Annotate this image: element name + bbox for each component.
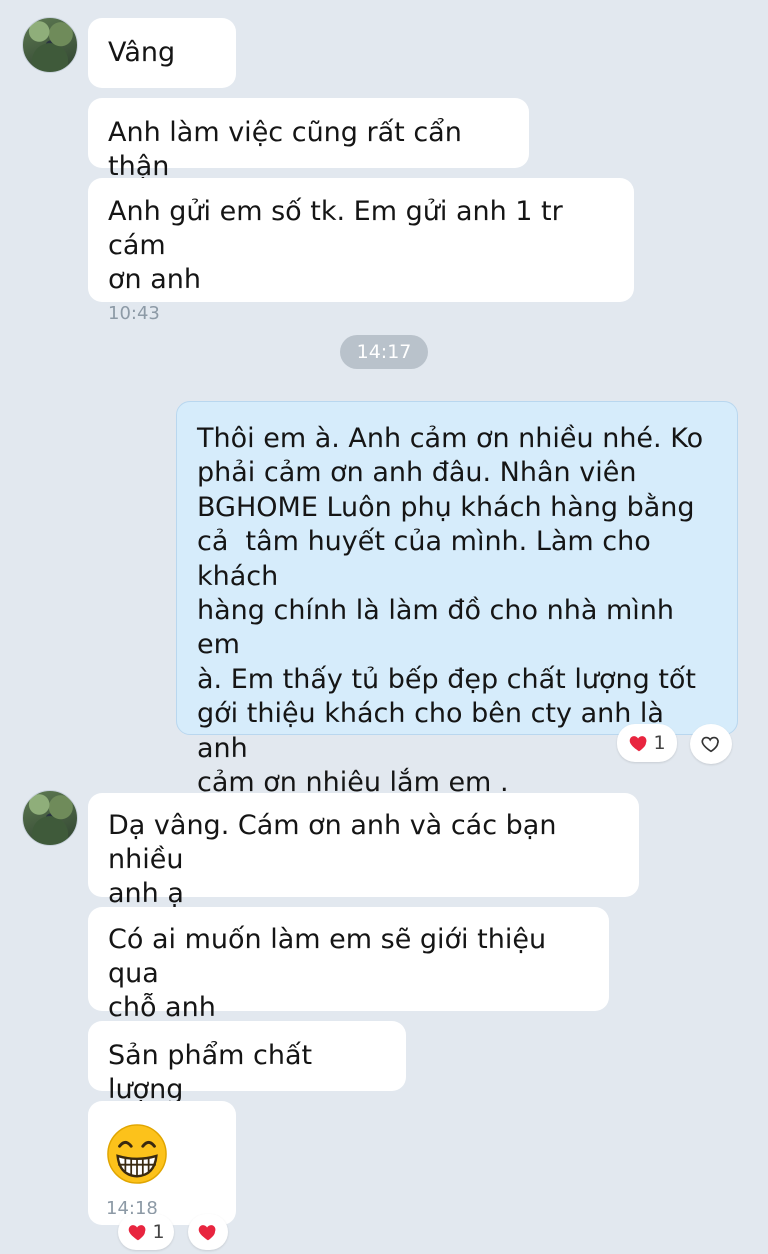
message-bubble-incoming[interactable]: Có ai muốn làm em sẽ giới thiệu qua chỗ … xyxy=(88,907,609,1023)
contact-avatar[interactable] xyxy=(22,790,78,846)
message-bubble-outgoing[interactable]: Thôi em à. Anh cảm ơn nhiều nhé. Ko phải… xyxy=(176,401,738,828)
message-text: Vâng xyxy=(108,37,176,68)
grinning-face-icon xyxy=(107,1124,167,1184)
heart-icon xyxy=(630,736,647,752)
contact-avatar[interactable] xyxy=(22,17,78,73)
message-text: Sản phẩm chất lượng xyxy=(108,1040,321,1105)
message-text: Dạ vâng. Cám ơn anh và các bạn nhiều anh… xyxy=(108,810,557,909)
reaction-count: 1 xyxy=(653,732,666,754)
message-bubble-incoming[interactable]: Sản phẩm chất lượng xyxy=(88,1021,406,1105)
message-bubble-incoming[interactable]: Anh làm việc cũng rất cẩn thận xyxy=(88,98,529,182)
heart-reaction-count[interactable]: 1 xyxy=(118,1214,174,1250)
message-text: Anh làm việc cũng rất cẩn thận xyxy=(108,117,471,182)
react-button[interactable] xyxy=(188,1214,228,1250)
message-bubble-incoming[interactable]: Vâng xyxy=(88,18,236,88)
reaction-count: 1 xyxy=(152,1221,165,1243)
heart-icon xyxy=(129,1225,146,1241)
message-time: 10:43 xyxy=(108,303,160,324)
message-text: Có ai muốn làm em sẽ giới thiệu qua chỗ … xyxy=(108,924,547,1023)
message-bubble-incoming[interactable]: Anh gửi em số tk. Em gửi anh 1 tr cám ơn… xyxy=(88,178,634,324)
heart-reaction-count[interactable]: 1 xyxy=(617,724,677,762)
time-divider: 14:17 xyxy=(340,335,428,369)
heart-icon xyxy=(198,1225,216,1241)
message-bubble-incoming[interactable]: Dạ vâng. Cám ơn anh và các bạn nhiều anh… xyxy=(88,793,639,909)
heart-outline-icon xyxy=(701,736,719,753)
message-text: Anh gửi em số tk. Em gửi anh 1 tr cám ơn… xyxy=(108,196,563,295)
react-button[interactable] xyxy=(690,724,732,764)
